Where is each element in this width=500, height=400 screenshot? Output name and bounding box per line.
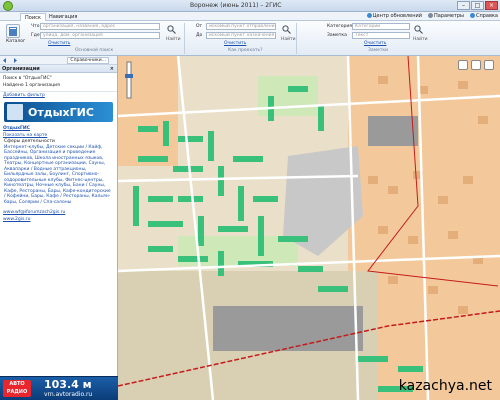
- add-filter-link[interactable]: Добавить фильтр: [0, 91, 117, 99]
- search-find-button[interactable]: Найти: [166, 37, 181, 42]
- org-name-link[interactable]: ОтдыхГИС: [0, 125, 117, 132]
- window-title: Воронеж (июнь 2011) – 2ГИС: [190, 2, 282, 9]
- directory-dropdown[interactable]: Справочники...: [67, 57, 109, 64]
- close-button[interactable]: ×: [485, 1, 498, 10]
- route-clear-link[interactable]: Очистить: [224, 41, 246, 46]
- catalog-icon: [9, 27, 17, 36]
- updates-link[interactable]: Центр обновлений: [366, 13, 422, 20]
- tab-navigation[interactable]: Навигация: [45, 13, 81, 21]
- zoom-control[interactable]: [122, 60, 136, 100]
- category-input[interactable]: Категории: [352, 23, 410, 30]
- otdyhgis-logo-icon: [7, 104, 23, 120]
- rubrics-list[interactable]: Интернет-клубы, Детские секции / Кайф, Б…: [4, 145, 113, 206]
- search-section-label: Основной поиск: [75, 48, 114, 53]
- to-label: До: [196, 33, 203, 38]
- panel-nav-bar: Справочники...: [0, 56, 117, 65]
- note-label: Заметка: [327, 33, 347, 38]
- route-search-icon[interactable]: [282, 25, 291, 34]
- catalog-label: Каталог: [6, 39, 26, 44]
- what-label: Что: [31, 24, 40, 29]
- radio-url: vrn.avtoradio.ru: [44, 391, 93, 398]
- search-result-count: Найдено 1 организация: [3, 83, 60, 88]
- note-clear-link[interactable]: Очистить: [364, 41, 386, 46]
- panel-header: Организации ×: [0, 65, 117, 73]
- back-forward-icon[interactable]: [2, 57, 18, 64]
- factory-buildings: [213, 306, 363, 351]
- from-input[interactable]: искомый пункт отправления: [206, 23, 276, 30]
- ruler-icon[interactable]: [471, 60, 481, 70]
- otdyhgis-banner[interactable]: ОтдыхГИС: [4, 102, 113, 122]
- to-input[interactable]: искомый пункт назначения: [206, 32, 276, 39]
- toolbar-divider: [184, 23, 185, 54]
- note-find-button[interactable]: Найти: [413, 37, 428, 42]
- search-clear-link[interactable]: Очистить: [48, 41, 70, 46]
- close-panel-icon[interactable]: ×: [110, 65, 114, 73]
- search-toolbar: Каталог Что организация, название, адрес…: [0, 21, 500, 56]
- settings-link[interactable]: Параметры: [428, 13, 464, 20]
- show-on-map-link[interactable]: Показать на карте: [0, 132, 117, 139]
- city-map[interactable]: kazachya.net: [118, 56, 500, 400]
- panel-header-title: Организации: [2, 66, 40, 72]
- banner-text: ОтдыхГИС: [28, 106, 94, 119]
- title-bar: Воронеж (июнь 2011) – 2ГИС – □ ×: [0, 0, 500, 12]
- map-tools: [458, 60, 494, 70]
- park-area: [258, 76, 318, 116]
- email-link[interactable]: www.wf@iforumzach2gis.ru: [0, 209, 117, 216]
- site-link[interactable]: www.2gis.ru: [0, 216, 117, 223]
- maximize-button[interactable]: □: [471, 1, 484, 10]
- layers-icon[interactable]: [458, 60, 468, 70]
- notes-section-label: Заметки: [368, 48, 389, 53]
- category-label: Категория: [327, 24, 352, 29]
- map-canvas[interactable]: [118, 56, 500, 400]
- help-icon: [469, 13, 475, 18]
- print-icon[interactable]: [484, 60, 494, 70]
- search-icon[interactable]: [167, 25, 176, 34]
- activity-rubrics: Сферы деятельности Интернет-клубы, Детск…: [0, 139, 117, 205]
- site-watermark: kazachya.net: [398, 378, 492, 394]
- autoradio-banner[interactable]: АВТО РАДИО 103.4 м vrn.avtoradio.ru: [0, 376, 118, 400]
- catalog-button[interactable]: [6, 24, 20, 38]
- factory-buildings: [368, 116, 418, 146]
- route-section-label: Как проехать?: [228, 48, 263, 53]
- minimize-button[interactable]: –: [457, 1, 470, 10]
- autoradio-logo: АВТО РАДИО: [3, 380, 31, 397]
- tab-search[interactable]: Поиск: [20, 13, 46, 21]
- refresh-icon: [366, 13, 372, 18]
- zoom-slider-icon[interactable]: [122, 60, 136, 100]
- help-link[interactable]: Справка: [469, 13, 498, 20]
- gear-icon: [428, 13, 434, 18]
- app-logo-icon[interactable]: [3, 1, 13, 11]
- what-input[interactable]: организация, название, адрес: [40, 23, 160, 30]
- note-search-icon[interactable]: [414, 25, 423, 34]
- window-controls: – □ ×: [457, 1, 498, 10]
- menu-bar: Поиск Навигация Центр обновлений Парамет…: [0, 12, 500, 21]
- search-result-title: Поиск в "ОтдыхГИС": [3, 76, 52, 81]
- where-label: Где: [31, 33, 40, 38]
- radio-frequency: 103.4 м: [44, 378, 92, 391]
- left-panel: Справочники... Организации × Поиск в "От…: [0, 56, 118, 400]
- from-label: От: [196, 24, 203, 29]
- top-right-links: Центр обновлений Параметры Справка: [366, 13, 498, 20]
- where-input[interactable]: улица, дом, организация: [40, 32, 160, 39]
- route-find-button[interactable]: Найти: [281, 37, 296, 42]
- note-input[interactable]: Текст: [352, 32, 410, 39]
- toolbar-divider: [296, 23, 297, 54]
